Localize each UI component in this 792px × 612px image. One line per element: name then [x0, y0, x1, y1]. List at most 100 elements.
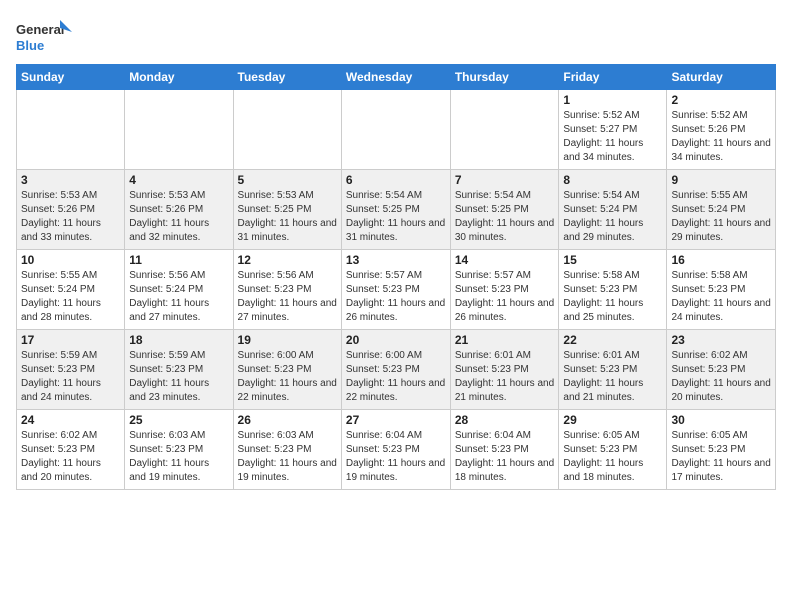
day-info: Sunrise: 5:58 AM Sunset: 5:23 PM Dayligh… — [563, 269, 662, 325]
day-info: Sunrise: 6:05 AM Sunset: 5:23 PM Dayligh… — [671, 429, 771, 485]
calendar-cell: 7 Sunrise: 5:54 AM Sunset: 5:25 PM Daylig… — [450, 170, 559, 250]
calendar-cell: 20 Sunrise: 6:00 AM Sunset: 5:23 PM Dayli… — [341, 330, 450, 410]
calendar-cell: 24 Sunrise: 6:02 AM Sunset: 5:23 PM Dayli… — [17, 410, 125, 490]
day-info: Sunrise: 5:59 AM Sunset: 5:23 PM Dayligh… — [129, 349, 228, 405]
calendar-cell — [341, 90, 450, 170]
calendar-cell: 19 Sunrise: 6:00 AM Sunset: 5:23 PM Dayli… — [233, 330, 341, 410]
weekday-header: Tuesday — [233, 65, 341, 90]
calendar-cell — [125, 90, 233, 170]
day-info: Sunrise: 5:55 AM Sunset: 5:24 PM Dayligh… — [21, 269, 120, 325]
day-info: Sunrise: 6:02 AM Sunset: 5:23 PM Dayligh… — [21, 429, 120, 485]
day-info: Sunrise: 6:04 AM Sunset: 5:23 PM Dayligh… — [346, 429, 446, 485]
day-number: 8 — [563, 173, 662, 187]
day-info: Sunrise: 5:54 AM Sunset: 5:25 PM Dayligh… — [455, 189, 555, 245]
day-info: Sunrise: 5:56 AM Sunset: 5:23 PM Dayligh… — [238, 269, 337, 325]
calendar-cell: 29Sunrise: 6:05 AM Sunset: 5:23 PM Dayli… — [559, 410, 667, 490]
calendar-body: 1 Sunrise: 5:52 AM Sunset: 5:27 PM Daylig… — [17, 90, 776, 490]
day-info: Sunrise: 6:00 AM Sunset: 5:23 PM Dayligh… — [238, 349, 337, 405]
calendar-cell: 27 Sunrise: 6:04 AM Sunset: 5:23 PM Dayli… — [341, 410, 450, 490]
calendar-cell: 28Sunrise: 6:04 AM Sunset: 5:23 PM Dayli… — [450, 410, 559, 490]
calendar-cell: 11Sunrise: 5:56 AM Sunset: 5:24 PM Dayli… — [125, 250, 233, 330]
day-info: Sunrise: 5:52 AM Sunset: 5:26 PM Dayligh… — [671, 109, 771, 165]
weekday-header: Wednesday — [341, 65, 450, 90]
calendar-cell: 12 Sunrise: 5:56 AM Sunset: 5:23 PM Dayli… — [233, 250, 341, 330]
weekday-header: Monday — [125, 65, 233, 90]
calendar-cell: 13Sunrise: 5:57 AM Sunset: 5:23 PM Dayli… — [341, 250, 450, 330]
calendar-cell: 21Sunrise: 6:01 AM Sunset: 5:23 PM Dayli… — [450, 330, 559, 410]
day-info: Sunrise: 5:54 AM Sunset: 5:24 PM Dayligh… — [563, 189, 662, 245]
svg-text:Blue: Blue — [16, 38, 44, 53]
day-info: Sunrise: 6:01 AM Sunset: 5:23 PM Dayligh… — [455, 349, 555, 405]
calendar-cell: 26 Sunrise: 6:03 AM Sunset: 5:23 PM Dayli… — [233, 410, 341, 490]
calendar-week-row: 1 Sunrise: 5:52 AM Sunset: 5:27 PM Daylig… — [17, 90, 776, 170]
day-number: 22 — [563, 333, 662, 347]
weekday-header: Saturday — [667, 65, 776, 90]
calendar-cell: 8 Sunrise: 5:54 AM Sunset: 5:24 PM Daylig… — [559, 170, 667, 250]
day-number: 30 — [671, 413, 771, 427]
calendar-cell: 2 Sunrise: 5:52 AM Sunset: 5:26 PM Daylig… — [667, 90, 776, 170]
day-number: 10 — [21, 253, 120, 267]
calendar-cell: 10 Sunrise: 5:55 AM Sunset: 5:24 PM Dayli… — [17, 250, 125, 330]
day-info: Sunrise: 5:53 AM Sunset: 5:26 PM Dayligh… — [21, 189, 120, 245]
day-number: 6 — [346, 173, 446, 187]
day-number: 15 — [563, 253, 662, 267]
day-info: Sunrise: 5:52 AM Sunset: 5:27 PM Dayligh… — [563, 109, 662, 165]
logo-svg: GeneralBlue — [16, 16, 76, 56]
day-number: 13 — [346, 253, 446, 267]
day-number: 25 — [129, 413, 228, 427]
day-number: 24 — [21, 413, 120, 427]
day-number: 26 — [238, 413, 337, 427]
day-number: 12 — [238, 253, 337, 267]
day-number: 2 — [671, 93, 771, 107]
calendar-week-row: 24 Sunrise: 6:02 AM Sunset: 5:23 PM Dayli… — [17, 410, 776, 490]
day-info: Sunrise: 6:03 AM Sunset: 5:23 PM Dayligh… — [129, 429, 228, 485]
day-info: Sunrise: 5:53 AM Sunset: 5:25 PM Dayligh… — [238, 189, 337, 245]
calendar-cell: 6 Sunrise: 5:54 AM Sunset: 5:25 PM Daylig… — [341, 170, 450, 250]
calendar-table: SundayMondayTuesdayWednesdayThursdayFrid… — [16, 64, 776, 490]
calendar-cell: 14Sunrise: 5:57 AM Sunset: 5:23 PM Dayli… — [450, 250, 559, 330]
day-number: 27 — [346, 413, 446, 427]
weekday-header: Friday — [559, 65, 667, 90]
calendar-week-row: 3 Sunrise: 5:53 AM Sunset: 5:26 PM Daylig… — [17, 170, 776, 250]
calendar-week-row: 10 Sunrise: 5:55 AM Sunset: 5:24 PM Dayli… — [17, 250, 776, 330]
day-info: Sunrise: 5:53 AM Sunset: 5:26 PM Dayligh… — [129, 189, 228, 245]
day-number: 7 — [455, 173, 555, 187]
day-info: Sunrise: 6:02 AM Sunset: 5:23 PM Dayligh… — [671, 349, 771, 405]
day-info: Sunrise: 5:59 AM Sunset: 5:23 PM Dayligh… — [21, 349, 120, 405]
day-info: Sunrise: 6:00 AM Sunset: 5:23 PM Dayligh… — [346, 349, 446, 405]
day-number: 20 — [346, 333, 446, 347]
day-info: Sunrise: 5:54 AM Sunset: 5:25 PM Dayligh… — [346, 189, 446, 245]
calendar-cell: 5 Sunrise: 5:53 AM Sunset: 5:25 PM Daylig… — [233, 170, 341, 250]
day-number: 19 — [238, 333, 337, 347]
calendar-cell — [233, 90, 341, 170]
day-number: 9 — [671, 173, 771, 187]
calendar-cell: 22Sunrise: 6:01 AM Sunset: 5:23 PM Dayli… — [559, 330, 667, 410]
calendar-cell: 23 Sunrise: 6:02 AM Sunset: 5:23 PM Dayli… — [667, 330, 776, 410]
day-number: 5 — [238, 173, 337, 187]
day-number: 11 — [129, 253, 228, 267]
day-info: Sunrise: 5:55 AM Sunset: 5:24 PM Dayligh… — [671, 189, 771, 245]
calendar-cell: 16Sunrise: 5:58 AM Sunset: 5:23 PM Dayli… — [667, 250, 776, 330]
calendar-cell: 3 Sunrise: 5:53 AM Sunset: 5:26 PM Daylig… — [17, 170, 125, 250]
day-number: 1 — [563, 93, 662, 107]
calendar-cell: 1 Sunrise: 5:52 AM Sunset: 5:27 PM Daylig… — [559, 90, 667, 170]
day-info: Sunrise: 6:03 AM Sunset: 5:23 PM Dayligh… — [238, 429, 337, 485]
day-info: Sunrise: 6:05 AM Sunset: 5:23 PM Dayligh… — [563, 429, 662, 485]
day-number: 17 — [21, 333, 120, 347]
calendar-week-row: 17 Sunrise: 5:59 AM Sunset: 5:23 PM Dayli… — [17, 330, 776, 410]
day-info: Sunrise: 6:04 AM Sunset: 5:23 PM Dayligh… — [455, 429, 555, 485]
page-header: GeneralBlue — [16, 16, 776, 56]
day-number: 3 — [21, 173, 120, 187]
day-number: 4 — [129, 173, 228, 187]
calendar-cell: 15 Sunrise: 5:58 AM Sunset: 5:23 PM Dayli… — [559, 250, 667, 330]
calendar-cell: 9 Sunrise: 5:55 AM Sunset: 5:24 PM Daylig… — [667, 170, 776, 250]
day-number: 18 — [129, 333, 228, 347]
day-info: Sunrise: 5:57 AM Sunset: 5:23 PM Dayligh… — [455, 269, 555, 325]
svg-text:General: General — [16, 22, 64, 37]
calendar-cell: 30 Sunrise: 6:05 AM Sunset: 5:23 PM Dayli… — [667, 410, 776, 490]
day-number: 23 — [671, 333, 771, 347]
calendar-cell: 25 Sunrise: 6:03 AM Sunset: 5:23 PM Dayli… — [125, 410, 233, 490]
calendar-header-row: SundayMondayTuesdayWednesdayThursdayFrid… — [17, 65, 776, 90]
day-info: Sunrise: 5:58 AM Sunset: 5:23 PM Dayligh… — [671, 269, 771, 325]
logo: GeneralBlue — [16, 16, 76, 56]
